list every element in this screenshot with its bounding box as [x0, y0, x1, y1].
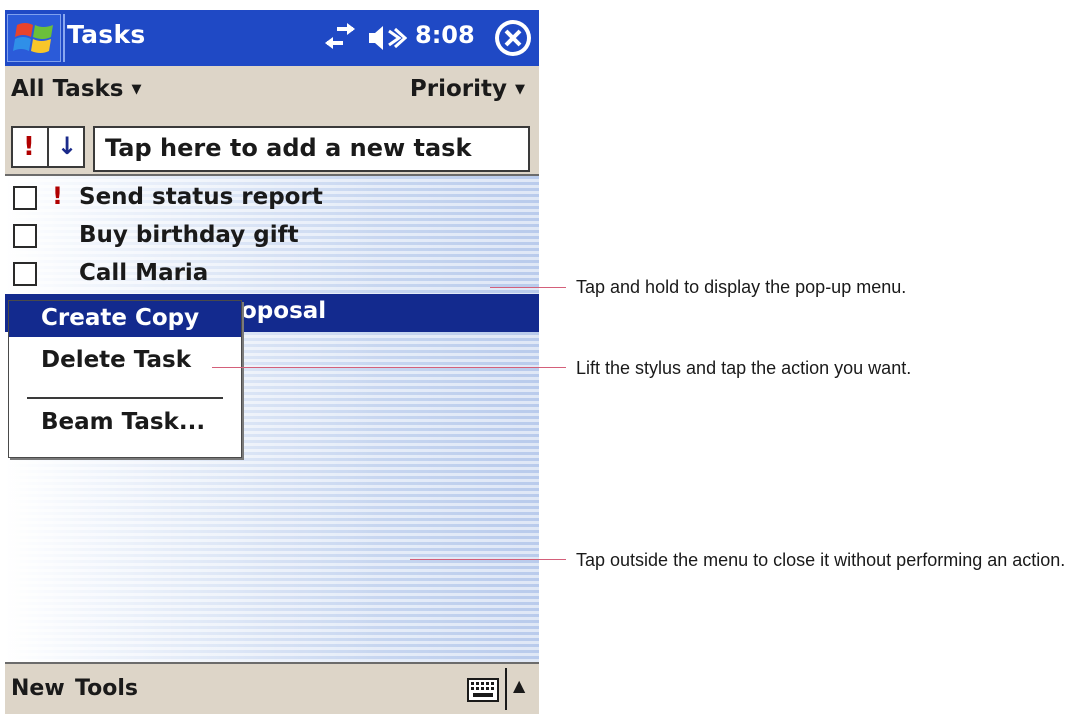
new-task-input[interactable]: Tap here to add a new task — [93, 126, 530, 172]
sort-dropdown[interactable]: Priority ▼ — [410, 76, 525, 102]
menu-item-label: Beam Task... — [41, 409, 206, 435]
menu-item-create-copy[interactable]: Create Copy — [9, 301, 241, 337]
callout-line — [410, 559, 566, 560]
menu-new[interactable]: New — [11, 676, 65, 701]
close-circle-x-icon — [496, 21, 530, 55]
menu-bar: New Tools ▲ — [5, 662, 539, 714]
menu-item-label: Create Copy — [41, 305, 200, 331]
callout-lift: Lift the stylus and tap the action you w… — [576, 358, 912, 378]
title-separator — [63, 14, 65, 62]
context-menu: Create Copy Delete Task Beam Task... — [8, 300, 242, 458]
pocketpc-screen: Tasks 8:08 All Tasks ▼ Priority ▼ ! ↓ Ta… — [5, 10, 539, 717]
filter-bar: All Tasks ▼ Priority ▼ — [5, 66, 539, 118]
menu-separator — [27, 397, 223, 399]
chevron-down-icon: ▼ — [131, 82, 142, 97]
callout-line — [212, 367, 566, 368]
callout-hold: Tap and hold to display the pop-up menu. — [576, 277, 907, 297]
keyboard-icon[interactable] — [467, 678, 499, 702]
entry-bar: ! ↓ Tap here to add a new task — [5, 118, 539, 176]
menu-item-beam-task[interactable]: Beam Task... — [9, 405, 241, 441]
task-name: Buy birthday gift — [79, 222, 299, 248]
close-button[interactable] — [495, 20, 531, 56]
connectivity-arrows-icon[interactable] — [323, 23, 357, 53]
start-button[interactable] — [7, 14, 61, 62]
low-priority-icon[interactable]: ↓ — [57, 132, 77, 160]
task-name: Call Maria — [79, 260, 209, 286]
chevron-down-icon: ▼ — [515, 82, 525, 97]
menu-tools[interactable]: Tools — [75, 676, 138, 701]
callout-line — [490, 287, 566, 288]
task-list[interactable]: ! Send status report Buy birthday gift C… — [5, 176, 539, 662]
menu-item-delete-task[interactable]: Delete Task — [9, 343, 241, 379]
windows-flag-icon — [13, 23, 53, 53]
task-checkbox[interactable] — [13, 186, 37, 210]
list-item[interactable]: Call Maria — [5, 256, 539, 294]
sip-separator — [505, 668, 507, 710]
sip-up-arrow-icon[interactable]: ▲ — [513, 676, 525, 695]
category-filter-dropdown[interactable]: All Tasks ▼ — [11, 76, 142, 102]
clock[interactable]: 8:08 — [415, 21, 475, 49]
priority-divider — [47, 128, 49, 166]
task-name: oposal — [241, 298, 327, 324]
priority-flag-icon: ! — [52, 182, 63, 210]
category-filter-label: All Tasks — [11, 76, 124, 102]
high-priority-icon[interactable]: ! — [23, 132, 35, 162]
title-bar: Tasks 8:08 — [5, 10, 539, 66]
callout-outside: Tap outside the menu to close it without… — [576, 550, 1066, 570]
task-checkbox[interactable] — [13, 224, 37, 248]
menu-item-label: Delete Task — [41, 347, 192, 373]
sort-label: Priority — [409, 76, 507, 102]
task-name: Send status report — [79, 184, 323, 210]
task-checkbox[interactable] — [13, 262, 37, 286]
list-item[interactable]: ! Send status report — [5, 180, 539, 218]
list-item[interactable]: Buy birthday gift — [5, 218, 539, 256]
speaker-icon[interactable] — [367, 23, 407, 53]
app-title: Tasks — [67, 20, 146, 49]
priority-toggle[interactable]: ! ↓ — [11, 126, 85, 168]
